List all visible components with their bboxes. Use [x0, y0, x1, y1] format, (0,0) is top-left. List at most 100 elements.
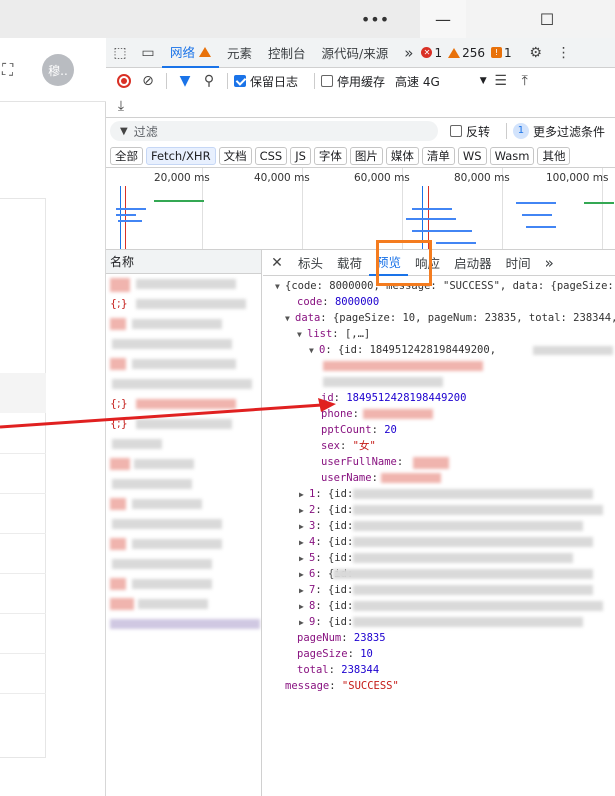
maximize-button[interactable]: ☐ [524, 0, 570, 38]
list-item[interactable] [106, 434, 261, 454]
invert-checkbox[interactable]: 反转 [449, 123, 490, 140]
network-overview-timeline[interactable]: 20,000 ms 40,000 ms 60,000 ms 80,000 ms … [106, 168, 615, 250]
tab-console[interactable]: 控制台 [260, 38, 314, 68]
json-list-item[interactable]: ▶ 1: {id: [263, 486, 615, 502]
json-summary: {id: [327, 536, 354, 548]
request-list: 名称 {;} {;} {;} [106, 250, 262, 796]
throttle-value: 高速 4G [395, 74, 440, 89]
issue-count-badge[interactable]: ! 1 [491, 46, 512, 60]
more-filters-button[interactable]: 1 更多过滤条件 [512, 123, 605, 140]
name-column-header[interactable]: 名称 [106, 250, 261, 274]
filter-funnel-icon[interactable]: ▼ [173, 70, 197, 92]
timeline-tick-label: 40,000 ms [254, 172, 310, 184]
type-css[interactable]: CSS [254, 146, 288, 165]
json-list-item[interactable]: ▶ 2: {id: [263, 502, 615, 518]
list-item[interactable] [106, 594, 261, 614]
tab-headers[interactable]: 标头 [291, 250, 330, 276]
list-item[interactable] [106, 494, 261, 514]
type-wasm[interactable]: Wasm [489, 146, 535, 165]
xhr-icon: {;} [110, 417, 128, 430]
type-ws[interactable]: WS [457, 146, 487, 165]
type-all[interactable]: 全部 [110, 146, 143, 165]
avatar[interactable]: 穆.. [42, 54, 74, 86]
json-summary: {pageSize: 10, pageNum: 23835, total: 23… [332, 312, 615, 324]
json-list-item[interactable]: ▶ 4: {id: [263, 534, 615, 550]
list-item[interactable] [106, 354, 261, 374]
list-item[interactable]: {;} [106, 414, 261, 434]
import-har-icon[interactable]: ⤒ [513, 70, 537, 92]
tab-initiator[interactable]: 启动器 [447, 250, 499, 276]
timeline-bar [406, 218, 456, 220]
type-manifest[interactable]: 清单 [421, 146, 455, 165]
web-page-area: ⛶ 穆.. [0, 38, 106, 796]
close-icon[interactable]: ✕ [263, 250, 291, 276]
type-font[interactable]: 字体 [313, 146, 347, 165]
network-conditions-icon[interactable]: ☰ [489, 70, 513, 92]
tab-elements[interactable]: 元素 [219, 38, 260, 68]
dom-content-loaded-line [120, 186, 121, 249]
minimize-button[interactable]: — [420, 0, 466, 38]
more-filters-count: 1 [512, 123, 529, 139]
list-item[interactable] [106, 614, 261, 634]
json-list-item[interactable]: ▶ 9: {id: [263, 614, 615, 630]
list-item[interactable] [106, 374, 261, 394]
inspect-element-icon[interactable]: ⬚ [106, 38, 134, 68]
type-doc[interactable]: 文档 [218, 146, 252, 165]
export-har-icon[interactable]: ⤓ [114, 95, 128, 117]
table-header [0, 373, 46, 413]
list-item[interactable] [106, 274, 261, 294]
more-tabs-icon[interactable]: » [538, 250, 561, 276]
search-icon[interactable]: ⚲ [197, 70, 221, 92]
filter-icon: ▼ [120, 125, 128, 137]
throttle-select[interactable]: 高速 4G ▼ [395, 73, 487, 90]
type-other[interactable]: 其他 [537, 146, 571, 165]
list-item[interactable] [106, 334, 261, 354]
disable-cache-checkbox[interactable]: 停用缓存 [321, 73, 385, 90]
preserve-log-checkbox[interactable]: 保留日志 [234, 73, 298, 90]
error-count-badge[interactable]: ✕ 1 [421, 46, 442, 60]
fullscreen-icon[interactable]: ⛶ [2, 60, 13, 80]
tab-sources[interactable]: 源代码/来源 [314, 38, 397, 68]
window-titlebar: ••• — ☐ [0, 0, 615, 38]
json-list-item[interactable]: ▶ 8: {id: [263, 598, 615, 614]
more-options-icon[interactable]: ••• [352, 0, 398, 38]
list-item[interactable] [106, 534, 261, 554]
more-tabs-icon[interactable]: » [396, 38, 421, 68]
json-value: 23835 [353, 632, 386, 644]
tab-timing[interactable]: 时间 [499, 250, 538, 276]
chevron-down-icon: ▼ [479, 76, 487, 86]
json-field-data[interactable]: ▼ data: {pageSize: 10, pageNum: 23835, to… [263, 310, 615, 326]
type-img[interactable]: 图片 [349, 146, 383, 165]
type-media[interactable]: 媒体 [385, 146, 419, 165]
json-field-list[interactable]: ▼ list: [,…] [263, 326, 615, 342]
timeline-bar [116, 214, 136, 216]
kebab-menu-icon[interactable]: ⋮ [550, 38, 578, 68]
list-item[interactable] [106, 314, 261, 334]
list-item[interactable]: {;} [106, 294, 261, 314]
clear-icon[interactable]: ⊘ [136, 70, 160, 92]
list-item[interactable] [106, 574, 261, 594]
json-list-item[interactable]: ▶6: {id: [263, 566, 615, 582]
list-item[interactable]: {;} [106, 394, 261, 414]
json-list-item[interactable]: ▶ 5: {id: [263, 550, 615, 566]
timeline-tick-label: 20,000 ms [154, 172, 210, 184]
xhr-icon: {;} [110, 297, 128, 310]
filter-input[interactable]: ▼ 过滤 [110, 121, 438, 141]
device-toolbar-icon[interactable]: ▭ [134, 38, 162, 68]
list-item[interactable] [106, 474, 261, 494]
list-item[interactable] [106, 514, 261, 534]
warning-count-badge[interactable]: 256 [448, 46, 485, 60]
json-key: list [307, 328, 333, 340]
json-list-item[interactable]: ▶ 3: {id: [263, 518, 615, 534]
tab-payload[interactable]: 载荷 [330, 250, 369, 276]
settings-gear-icon[interactable]: ⚙ [522, 38, 550, 68]
list-item[interactable] [106, 454, 261, 474]
record-icon[interactable] [112, 70, 136, 92]
json-list-item-0[interactable]: ▼ 0: {id: 1849512428198449200, [263, 342, 615, 358]
type-fetch-xhr[interactable]: Fetch/XHR [146, 146, 216, 165]
type-js[interactable]: JS [290, 146, 311, 165]
tab-network[interactable]: 网络 [162, 38, 220, 68]
json-list-item[interactable]: ▶ 7: {id: [263, 582, 615, 598]
json-root[interactable]: ▼ {code: 8000000, message: "SUCCESS", dat… [263, 278, 615, 294]
list-item[interactable] [106, 554, 261, 574]
